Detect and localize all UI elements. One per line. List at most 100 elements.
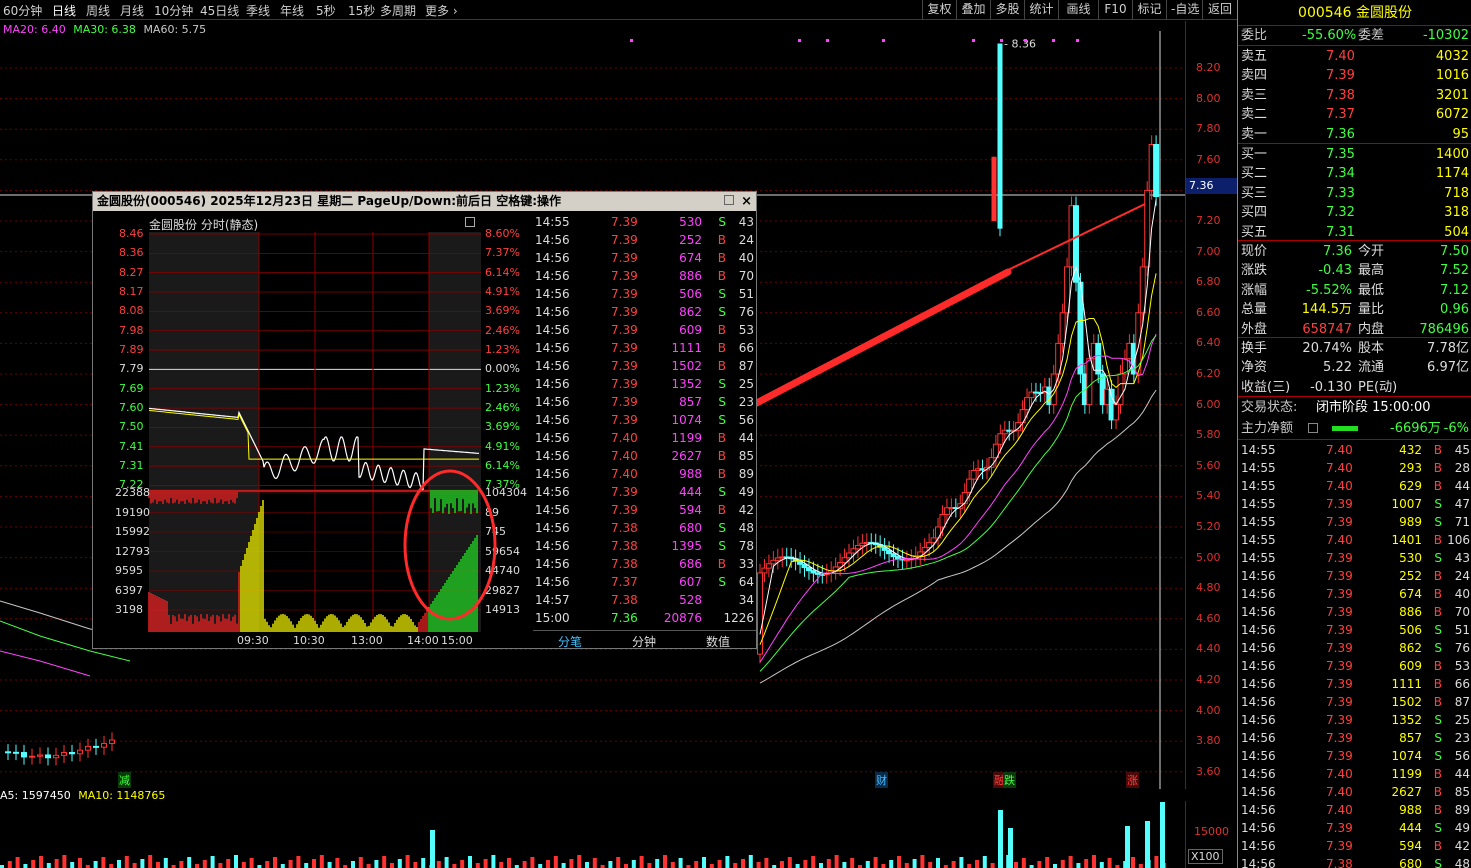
event-mark-fall[interactable]: 跌 [1003,772,1016,788]
tick-side: S [1434,641,1442,655]
side-tick-row[interactable]: 14:56 7.39 1111 B 66 [1238,675,1471,693]
side-tick-row[interactable]: 14:56 7.39 1352 S 25 [1238,711,1471,729]
tick-row[interactable]: 14:56 7.39 1502 B 87 [533,357,756,375]
side-tick-row[interactable]: 14:55 7.39 1007 S 47 [1238,495,1471,513]
side-tick-row[interactable]: 14:55 7.40 1401 B 106 [1238,531,1471,549]
tool-stats[interactable]: 统计 [1024,0,1058,20]
side-tick-row[interactable]: 14:56 7.39 857 S 23 [1238,729,1471,747]
intraday-popup[interactable]: 金圆股份(000546) 2025年12月23日 星期二 PageUp/Down… [92,191,757,649]
candle-body [53,754,59,759]
side-tick-row[interactable]: 14:56 7.40 2627 B 85 [1238,783,1471,801]
close-icon[interactable]: × [741,192,752,211]
period-quarterly[interactable]: 季线 [246,2,270,19]
side-tick-row[interactable]: 14:55 7.39 530 S 43 [1238,549,1471,567]
period-weekly[interactable]: 周线 [86,2,110,19]
tick-time: 14:56 [1241,641,1276,655]
stat-label: 内盘 [1358,321,1385,337]
tick-row[interactable]: 14:57 7.38 528 34 [533,591,756,609]
period-toolbar: 60分钟 日线 周线 月线 10分钟 45日线 季线 年线 5秒 15秒 多周期… [0,0,1237,20]
expand-icon[interactable] [465,217,475,227]
tick-row[interactable]: 14:56 7.39 674 B 40 [533,249,756,267]
tick-count: 1226 [723,611,754,625]
tool-mark[interactable]: 标记 [1132,0,1166,20]
side-tick-row[interactable]: 14:56 7.39 506 S 51 [1238,621,1471,639]
period-monthly[interactable]: 月线 [120,2,144,19]
tick-row[interactable]: 14:56 7.39 609 B 53 [533,321,756,339]
side-tick-row[interactable]: 14:55 7.40 629 B 44 [1238,477,1471,495]
side-tick-row[interactable]: 14:56 7.38 680 S 48 [1238,855,1471,868]
tool-f10[interactable]: F10 [1098,0,1132,20]
side-tick-row[interactable]: 14:56 7.39 444 S 49 [1238,819,1471,837]
tick-side: B [717,503,726,517]
period-60min[interactable]: 60分钟 [3,2,42,19]
tick-row[interactable]: 14:56 7.40 988 B 89 [533,465,756,483]
side-tick-row[interactable]: 14:56 7.39 886 B 70 [1238,603,1471,621]
period-more[interactable]: 更多 › [425,2,458,19]
side-tick-row[interactable]: 14:56 7.39 862 S 76 [1238,639,1471,657]
volume-chart[interactable] [0,801,1185,868]
tick-row[interactable]: 14:56 7.39 594 B 42 [533,501,756,519]
side-tick-row[interactable]: 14:56 7.39 674 B 40 [1238,585,1471,603]
tick-row[interactable]: 14:56 7.39 857 S 23 [533,393,756,411]
period-10min[interactable]: 10分钟 [154,2,193,19]
side-tick-row[interactable]: 14:56 7.39 1502 B 87 [1238,693,1471,711]
tool-multi-stock[interactable]: 多股 [990,0,1024,20]
side-tick-row[interactable]: 14:56 7.40 988 B 89 [1238,801,1471,819]
tick-row[interactable]: 14:56 7.40 1199 B 44 [533,429,756,447]
tick-row[interactable]: 14:56 7.39 506 S 51 [533,285,756,303]
maximize-icon[interactable] [724,195,734,205]
side-tick-row[interactable]: 14:56 7.39 252 B 24 [1238,567,1471,585]
tool-watchlist[interactable]: -自选 [1166,0,1202,20]
price-label: 7.31 [119,459,144,473]
volume-bar [156,862,160,868]
tick-count: 23 [738,395,754,409]
tick-row[interactable]: 14:56 7.40 2627 B 85 [533,447,756,465]
flow-detail-icon[interactable] [1308,423,1318,433]
side-tick-row[interactable]: 14:56 7.39 609 B 53 [1238,657,1471,675]
volume-bar [405,855,410,868]
tool-adjust[interactable]: 复权 [922,0,956,20]
period-daily[interactable]: 日线 [52,2,76,19]
tick-row[interactable]: 14:56 7.38 680 S 48 [533,519,756,537]
tick-row[interactable]: 14:56 7.39 1074 S 56 [533,411,756,429]
side-tick-row[interactable]: 14:56 7.39 1074 S 56 [1238,747,1471,765]
tick-side: S [1434,857,1442,868]
tool-draw[interactable]: 画线 [1058,0,1098,20]
period-45day[interactable]: 45日线 [200,2,239,19]
tick-row[interactable]: 14:56 7.37 607 S 64 [533,573,756,591]
tick-price: 7.40 [611,449,638,463]
side-tick-row[interactable]: 14:55 7.40 293 B 28 [1238,459,1471,477]
tab-minutes[interactable]: 分钟 [607,633,681,650]
tick-row[interactable]: 14:56 7.39 886 B 70 [533,267,756,285]
fund-label: PE(动) [1358,379,1398,395]
tick-row[interactable]: 14:56 7.39 252 B 24 [533,231,756,249]
tool-back[interactable]: 返回 [1202,0,1237,20]
tick-row[interactable]: 14:56 7.39 1111 B 66 [533,339,756,357]
period-5sec[interactable]: 5秒 [316,2,336,19]
popup-tick-list[interactable]: 14:55 7.39 530 S 43 14:56 7.39 252 B 24 14:56 7.39 6… [533,213,756,627]
period-15sec[interactable]: 15秒 [348,2,375,19]
tick-row[interactable]: 14:56 7.39 862 S 76 [533,303,756,321]
tick-row[interactable]: 14:56 7.38 686 B 33 [533,555,756,573]
tick-side: S [718,287,726,301]
period-yearly[interactable]: 年线 [280,2,304,19]
popup-title[interactable]: 金圆股份(000546) 2025年12月23日 星期二 PageUp/Down… [93,192,756,211]
tick-row[interactable]: 14:56 7.38 1395 S 78 [533,537,756,555]
intraday-chart[interactable] [93,232,533,650]
tick-row[interactable]: 14:56 7.39 444 S 49 [533,483,756,501]
event-mark-finance[interactable]: 财 [875,772,888,788]
tool-overlay[interactable]: 叠加 [956,0,990,20]
side-tick-row[interactable]: 14:56 7.40 1199 B 44 [1238,765,1471,783]
tick-row[interactable]: 14:55 7.39 530 S 43 [533,213,756,231]
side-tick-row[interactable]: 14:56 7.39 594 B 42 [1238,837,1471,855]
event-mark-reduce[interactable]: 减 [118,772,131,788]
tab-values[interactable]: 数值 [681,633,755,650]
tick-row[interactable]: 14:56 7.39 1352 S 25 [533,375,756,393]
period-multi[interactable]: 多周期 [380,2,416,19]
side-tick-row[interactable]: 14:55 7.40 432 B 45 [1238,441,1471,459]
event-mark-rise[interactable]: 涨 [1126,772,1139,788]
side-tick-row[interactable]: 14:55 7.39 989 S 71 [1238,513,1471,531]
tab-ticks[interactable]: 分笔 [533,633,607,650]
tick-volume: 1395 [671,539,702,553]
tick-row[interactable]: 15:00 7.36 20876 1226 [533,609,756,627]
